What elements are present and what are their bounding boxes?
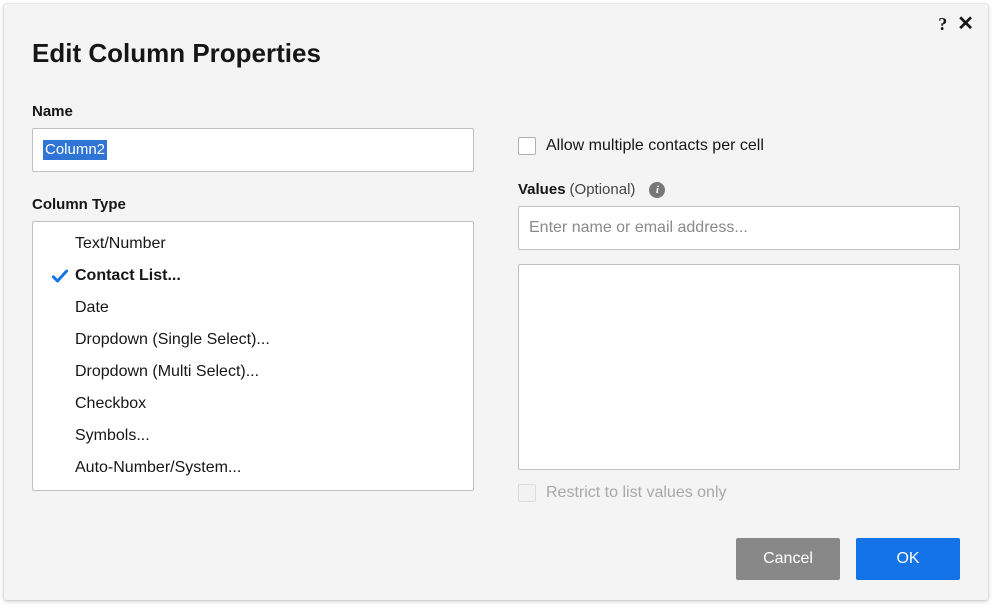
column-type-option[interactable]: Symbols... [33, 420, 473, 452]
name-input-selected-text: Column2 [43, 140, 107, 160]
values-list-box[interactable] [518, 264, 960, 470]
allow-multiple-checkbox-row[interactable]: Allow multiple contacts per cell [518, 137, 960, 155]
column-type-option[interactable]: Dropdown (Multi Select)... [33, 356, 473, 388]
right-column: Allow multiple contacts per cell Values … [518, 103, 960, 528]
info-icon[interactable]: i [649, 182, 665, 198]
column-type-option-label: Text/Number [75, 235, 166, 253]
column-type-option-label: Checkbox [75, 395, 146, 413]
column-type-option-label: Auto-Number/System... [75, 459, 241, 477]
column-type-option[interactable]: Text/Number [33, 228, 473, 260]
cancel-button[interactable]: Cancel [736, 538, 840, 580]
values-label-row: Values (Optional) i [518, 181, 960, 198]
column-type-label: Column Type [32, 196, 474, 213]
help-icon[interactable]: ? [938, 15, 947, 33]
column-type-option-label: Contact List... [75, 267, 181, 285]
name-input[interactable]: Column2 [32, 128, 474, 172]
ok-button[interactable]: OK [856, 538, 960, 580]
close-icon[interactable]: ✕ [957, 14, 974, 34]
restrict-checkbox [518, 484, 536, 502]
left-column: Name Column2 Column Type Text/Number Cont… [32, 103, 474, 528]
edit-column-properties-dialog: ? ✕ Edit Column Properties Name Column2 … [4, 4, 988, 600]
column-type-option[interactable]: Contact List... [33, 260, 473, 292]
column-type-option-label: Dropdown (Single Select)... [75, 331, 270, 349]
dialog-title: Edit Column Properties [32, 4, 960, 69]
column-type-option-label: Symbols... [75, 427, 150, 445]
dialog-button-row: Cancel OK [736, 538, 960, 580]
allow-multiple-checkbox[interactable] [518, 137, 536, 155]
column-type-option[interactable]: Auto-Number/System... [33, 452, 473, 484]
column-type-list[interactable]: Text/Number Contact List... Date Dropdown (… [32, 221, 474, 491]
values-optional: (Optional) [570, 181, 636, 198]
titlebar-icons: ? ✕ [938, 14, 974, 34]
column-type-option-label: Date [75, 299, 109, 317]
values-input[interactable] [518, 206, 960, 250]
checkmark-icon [45, 266, 75, 286]
column-type-option[interactable]: Checkbox [33, 388, 473, 420]
name-label: Name [32, 103, 474, 120]
column-type-option[interactable]: Dropdown (Single Select)... [33, 324, 473, 356]
column-type-option-label: Dropdown (Multi Select)... [75, 363, 259, 381]
allow-multiple-label: Allow multiple contacts per cell [546, 137, 764, 155]
restrict-label: Restrict to list values only [546, 484, 727, 502]
column-type-option[interactable]: Date [33, 292, 473, 324]
restrict-checkbox-row: Restrict to list values only [518, 484, 960, 502]
values-label: Values [518, 181, 566, 198]
